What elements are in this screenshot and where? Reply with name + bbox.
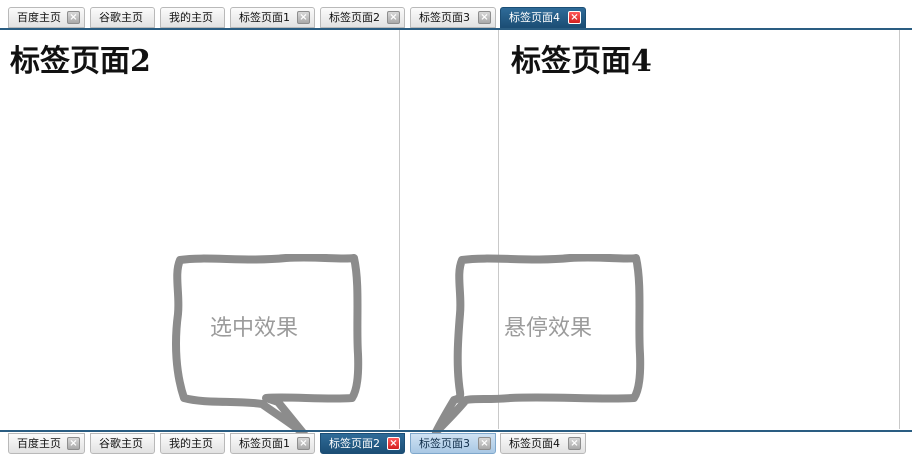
- tab-label: 标签页面2: [329, 11, 380, 24]
- tab-label: 标签页面4: [509, 11, 560, 24]
- close-icon[interactable]: ×: [568, 11, 581, 24]
- speech-bubble-icon: [172, 254, 363, 434]
- tab-label: 我的主页: [169, 437, 213, 450]
- tab-label: 标签页面1: [239, 437, 290, 450]
- bottom-tab-page-2[interactable]: 标签页面2 ×: [320, 433, 405, 454]
- close-icon[interactable]: ×: [568, 437, 581, 450]
- tab-label: 标签页面3: [419, 437, 470, 450]
- tab-label: 标签页面1: [239, 11, 290, 24]
- close-icon[interactable]: ×: [387, 437, 400, 450]
- tab-label: 标签页面2: [329, 437, 380, 450]
- speech-bubble-icon: [432, 254, 645, 434]
- tab-label: 标签页面4: [509, 437, 560, 450]
- tab-label: 百度主页: [17, 437, 61, 450]
- bottom-tab-bar-rule: [0, 430, 912, 432]
- close-icon[interactable]: ×: [67, 437, 80, 450]
- top-tab-page-3[interactable]: 标签页面3 ×: [410, 7, 496, 28]
- top-tab-my-home[interactable]: 我的主页: [160, 7, 225, 28]
- bottom-tab-bar: 百度主页 × 谷歌主页 我的主页 标签页面1 × 标签页面2 × 标签页面3 ×…: [0, 430, 912, 454]
- bottom-tab-baidu[interactable]: 百度主页 ×: [8, 433, 85, 454]
- close-icon[interactable]: ×: [387, 11, 400, 24]
- top-tab-google[interactable]: 谷歌主页: [90, 7, 155, 28]
- top-tab-page-4[interactable]: 标签页面4 ×: [500, 7, 586, 28]
- bottom-tab-google[interactable]: 谷歌主页: [90, 433, 155, 454]
- bottom-tab-page-4[interactable]: 标签页面4 ×: [500, 433, 586, 454]
- top-tab-bar: 百度主页 × 谷歌主页 我的主页 标签页面1 × 标签页面2 × 标签页面3 ×…: [0, 6, 912, 30]
- bottom-tab-page-1[interactable]: 标签页面1 ×: [230, 433, 315, 454]
- bottom-tab-my-home[interactable]: 我的主页: [160, 433, 225, 454]
- callout-label: 选中效果: [210, 316, 299, 341]
- callout-label: 悬停效果: [504, 316, 593, 341]
- top-tab-page-2[interactable]: 标签页面2 ×: [320, 7, 405, 28]
- bottom-tab-page-3[interactable]: 标签页面3 ×: [410, 433, 496, 454]
- close-icon[interactable]: ×: [478, 437, 491, 450]
- page-title: 标签页面2: [10, 44, 151, 79]
- callout-hover: 悬停效果: [430, 254, 650, 434]
- close-icon[interactable]: ×: [297, 437, 310, 450]
- tab-label: 标签页面3: [419, 11, 470, 24]
- page-title: 标签页面4: [511, 44, 652, 79]
- close-icon[interactable]: ×: [478, 11, 491, 24]
- tab-label: 我的主页: [169, 11, 213, 24]
- top-tab-page-1[interactable]: 标签页面1 ×: [230, 7, 315, 28]
- tab-label: 谷歌主页: [99, 11, 143, 24]
- close-icon[interactable]: ×: [67, 11, 80, 24]
- tab-label: 谷歌主页: [99, 437, 143, 450]
- tab-label: 百度主页: [17, 11, 61, 24]
- close-icon[interactable]: ×: [297, 11, 310, 24]
- top-tab-baidu[interactable]: 百度主页 ×: [8, 7, 85, 28]
- callout-selected: 选中效果: [166, 254, 386, 434]
